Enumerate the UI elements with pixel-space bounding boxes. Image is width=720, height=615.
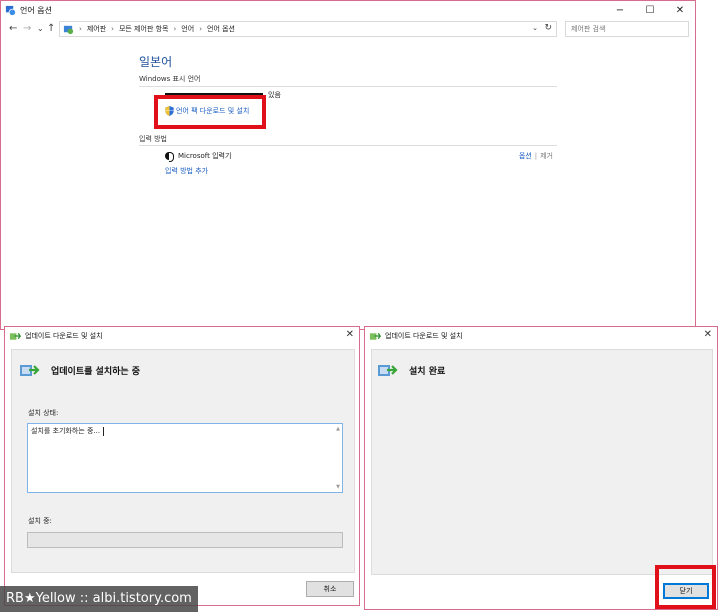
breadcrumb-separator: › <box>199 25 202 33</box>
text-caret <box>103 426 105 436</box>
divider <box>139 145 557 146</box>
dialog-body: 업데이트를 설치하는 중 설치 상태: 설치를 초기화하는 중... ▲ ▼ 설… <box>11 349 355 573</box>
breadcrumb-language[interactable]: 언어 <box>181 24 194 34</box>
recent-dropdown-icon[interactable]: ⌄ <box>37 23 44 35</box>
input-method-label: 입력 방법 <box>139 135 167 143</box>
breadcrumb-all-items[interactable]: 모든 제어판 항목 <box>119 24 169 34</box>
dialog-body: 설치 완료 <box>371 349 713 575</box>
ime-item: Microsoft 입력기 <box>165 151 232 162</box>
address-bar[interactable]: › 제어판 › 모든 제어판 항목 › 언어 › 언어 옵션 ⌄ ↻ <box>59 21 557 37</box>
close-button[interactable]: ✕ <box>665 1 695 19</box>
address-dropdown-icon[interactable]: ⌄ <box>532 24 538 32</box>
breadcrumb-separator: › <box>173 25 177 33</box>
add-input-method-link[interactable]: 입력 방법 추가 <box>165 166 208 176</box>
close-icon[interactable]: ✕ <box>704 329 712 340</box>
forward-arrow-icon[interactable]: → <box>23 23 31 35</box>
control-panel-icon <box>63 25 74 34</box>
divider <box>139 86 557 87</box>
update-package-icon <box>378 365 398 376</box>
window-title: 언어 옵션 <box>20 5 52 15</box>
breadcrumb-language-options[interactable]: 언어 옵션 <box>207 24 235 34</box>
installing-label: 설치 중: <box>28 517 52 525</box>
dialog-heading: 설치 완료 <box>378 362 445 378</box>
up-arrow-icon[interactable]: ↑ <box>47 23 55 35</box>
display-language-label: Windows 표시 언어 <box>139 75 201 83</box>
install-status-label: 설치 상태: <box>28 409 59 417</box>
back-arrow-icon[interactable]: ← <box>9 23 17 35</box>
scroll-up-icon[interactable]: ▲ <box>336 426 340 432</box>
language-content: 일본어 Windows 표시 언어 있음 언어 팩 다운로드 및 설치 입력 방… <box>139 53 557 175</box>
dialog-title: 업데이트 다운로드 및 설치 <box>385 332 463 340</box>
update-package-icon <box>10 332 21 340</box>
dialog-title-bar[interactable]: 업데이트 다운로드 및 설치 ✕ <box>5 327 359 345</box>
breadcrumb-separator: › <box>79 25 82 33</box>
highlight-box <box>154 95 266 129</box>
breadcrumb-control-panel[interactable]: 제어판 <box>87 24 106 34</box>
address-row: ← → ⌄ ↑ › 제어판 › 모든 제어판 항목 › 언어 › 언어 옵션 ⌄… <box>1 20 695 38</box>
ime-name: Microsoft 입력기 <box>178 152 232 160</box>
refresh-icon[interactable]: ↻ <box>544 23 552 33</box>
dialog-title: 업데이트 다운로드 및 설치 <box>25 332 103 340</box>
install-progress-bar <box>27 532 343 548</box>
installing-dialog: 업데이트 다운로드 및 설치 ✕ 업데이트를 설치하는 중 설치 상태: 설치를… <box>4 326 360 606</box>
language-options-icon <box>5 5 16 16</box>
update-package-icon <box>370 332 381 340</box>
install-status-text[interactable]: 설치를 초기화하는 중... ▲ ▼ <box>27 423 343 493</box>
highlight-box <box>655 565 716 609</box>
ime-remove-link[interactable]: 제거 <box>540 152 553 160</box>
update-package-icon <box>20 365 40 376</box>
title-bar[interactable]: 언어 옵션 − ☐ ✕ <box>1 1 695 19</box>
language-title: 일본어 <box>139 55 173 69</box>
ime-icon <box>165 152 174 162</box>
breadcrumb-separator: › <box>111 25 114 33</box>
dialog-title-bar[interactable]: 업데이트 다운로드 및 설치 ✕ <box>365 327 717 345</box>
watermark: RB★Yellow :: albi.tistory.com <box>0 586 198 612</box>
scroll-down-icon[interactable]: ▼ <box>336 484 340 490</box>
dialog-heading: 업데이트를 설치하는 중 <box>20 362 140 378</box>
close-icon[interactable]: ✕ <box>346 329 354 340</box>
search-input[interactable] <box>565 21 689 37</box>
ime-options-link[interactable]: 옵션 <box>519 152 532 160</box>
maximize-button[interactable]: ☐ <box>635 1 665 19</box>
cancel-button[interactable]: 취소 <box>306 581 354 597</box>
minimize-button[interactable]: − <box>605 1 635 19</box>
language-options-window: 언어 옵션 − ☐ ✕ ← → ⌄ ↑ › 제어판 › 모든 제어판 항목 › … <box>0 0 696 330</box>
ime-actions: 옵션 | 제거 <box>518 152 553 160</box>
